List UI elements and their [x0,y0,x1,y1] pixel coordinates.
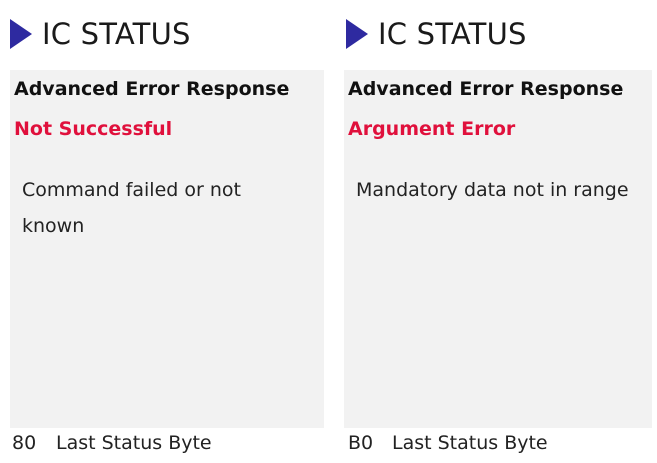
ic-status-panel-left: IC STATUS Advanced Error Response Not Su… [0,0,324,463]
error-status-text: Not Successful [14,118,173,140]
error-description: Command failed or not known [22,179,241,237]
error-response-card: Advanced Error Response Not Successful C… [10,70,324,428]
error-response-card: Advanced Error Response Argument Error M… [344,70,652,428]
panel-header: IC STATUS [10,14,191,54]
status-byte-label: Last Status Byte [56,432,212,454]
panel-header: IC STATUS [346,14,527,54]
status-byte-value: 80 [12,432,37,454]
status-byte-value: B0 [348,432,374,454]
error-status-text: Argument Error [348,118,516,140]
error-description: Mandatory data not in range [356,179,629,201]
play-triangle-icon [346,19,368,49]
panel-header-label: IC STATUS [42,17,191,51]
status-byte-label: Last Status Byte [392,432,548,454]
status-byte-row: B0 Last Status Byte [348,432,548,454]
card-title: Advanced Error Response [14,78,290,100]
status-byte-row: 80 Last Status Byte [12,432,212,454]
panel-header-label: IC STATUS [378,17,527,51]
card-title: Advanced Error Response [348,78,624,100]
play-triangle-icon [10,19,32,49]
ic-status-panel-right: IC STATUS Advanced Error Response Argume… [336,0,654,463]
